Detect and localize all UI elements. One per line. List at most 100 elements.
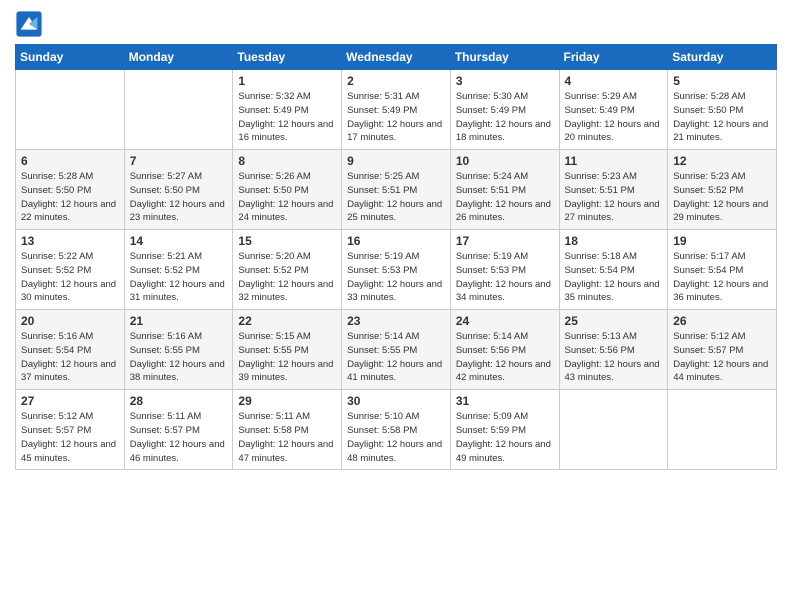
calendar-cell: 2 Sunrise: 5:31 AMSunset: 5:49 PMDaylight…	[342, 70, 451, 150]
week-row-1: 1 Sunrise: 5:32 AMSunset: 5:49 PMDaylight…	[16, 70, 777, 150]
day-number: 11	[565, 154, 663, 168]
day-number: 4	[565, 74, 663, 88]
header-row: SundayMondayTuesdayWednesdayThursdayFrid…	[16, 45, 777, 70]
calendar-cell: 31 Sunrise: 5:09 AMSunset: 5:59 PMDayligh…	[450, 390, 559, 470]
day-number: 5	[673, 74, 771, 88]
day-info: Sunrise: 5:15 AMSunset: 5:55 PMDaylight:…	[238, 330, 336, 385]
calendar-cell	[16, 70, 125, 150]
calendar-cell: 9Sunrise: 5:25 AMSunset: 5:51 PMDaylight…	[342, 150, 451, 230]
day-number: 20	[21, 314, 119, 328]
calendar-table: SundayMondayTuesdayWednesdayThursdayFrid…	[15, 44, 777, 470]
day-info: Sunrise: 5:14 AMSunset: 5:55 PMDaylight:…	[347, 330, 445, 385]
day-number: 25	[565, 314, 663, 328]
day-number: 24	[456, 314, 554, 328]
day-info: Sunrise: 5:10 AMSunset: 5:58 PMDaylight:…	[347, 410, 445, 465]
day-info: Sunrise: 5:26 AMSunset: 5:50 PMDaylight:…	[238, 170, 336, 225]
calendar-cell: 1 Sunrise: 5:32 AMSunset: 5:49 PMDaylight…	[233, 70, 342, 150]
day-info: Sunrise: 5:23 AMSunset: 5:51 PMDaylight:…	[565, 170, 663, 225]
calendar-cell: 27Sunrise: 5:12 AMSunset: 5:57 PMDayligh…	[16, 390, 125, 470]
day-info: Sunrise: 5:30 AMSunset: 5:49 PMDaylight:…	[456, 90, 554, 145]
calendar-cell: 7 Sunrise: 5:27 AMSunset: 5:50 PMDaylight…	[124, 150, 233, 230]
header-thursday: Thursday	[450, 45, 559, 70]
week-row-2: 6Sunrise: 5:28 AMSunset: 5:50 PMDaylight…	[16, 150, 777, 230]
logo-icon	[15, 10, 43, 38]
day-number: 18	[565, 234, 663, 248]
header-wednesday: Wednesday	[342, 45, 451, 70]
day-number: 21	[130, 314, 228, 328]
week-row-3: 13 Sunrise: 5:22 AMSunset: 5:52 PMDayligh…	[16, 230, 777, 310]
calendar-cell: 8 Sunrise: 5:26 AMSunset: 5:50 PMDaylight…	[233, 150, 342, 230]
calendar-cell: 5 Sunrise: 5:28 AMSunset: 5:50 PMDaylight…	[668, 70, 777, 150]
day-info: Sunrise: 5:24 AMSunset: 5:51 PMDaylight:…	[456, 170, 554, 225]
day-number: 2	[347, 74, 445, 88]
calendar-cell: 19 Sunrise: 5:17 AMSunset: 5:54 PMDayligh…	[668, 230, 777, 310]
day-number: 13	[21, 234, 119, 248]
day-info: Sunrise: 5:19 AMSunset: 5:53 PMDaylight:…	[456, 250, 554, 305]
day-info: Sunrise: 5:29 AMSunset: 5:49 PMDaylight:…	[565, 90, 663, 145]
calendar-cell: 29 Sunrise: 5:11 AMSunset: 5:58 PMDayligh…	[233, 390, 342, 470]
day-number: 31	[456, 394, 554, 408]
day-number: 12	[673, 154, 771, 168]
calendar-cell: 6Sunrise: 5:28 AMSunset: 5:50 PMDaylight…	[16, 150, 125, 230]
calendar-header: SundayMondayTuesdayWednesdayThursdayFrid…	[16, 45, 777, 70]
calendar-cell: 17 Sunrise: 5:19 AMSunset: 5:53 PMDayligh…	[450, 230, 559, 310]
calendar-cell: 25 Sunrise: 5:13 AMSunset: 5:56 PMDayligh…	[559, 310, 668, 390]
logo	[15, 10, 47, 38]
day-number: 16	[347, 234, 445, 248]
calendar-body: 1 Sunrise: 5:32 AMSunset: 5:49 PMDaylight…	[16, 70, 777, 470]
day-info: Sunrise: 5:11 AMSunset: 5:57 PMDaylight:…	[130, 410, 228, 465]
day-info: Sunrise: 5:28 AMSunset: 5:50 PMDaylight:…	[21, 170, 119, 225]
day-info: Sunrise: 5:09 AMSunset: 5:59 PMDaylight:…	[456, 410, 554, 465]
calendar-cell	[559, 390, 668, 470]
day-info: Sunrise: 5:16 AMSunset: 5:55 PMDaylight:…	[130, 330, 228, 385]
calendar-cell: 28 Sunrise: 5:11 AMSunset: 5:57 PMDayligh…	[124, 390, 233, 470]
calendar-cell: 12Sunrise: 5:23 AMSunset: 5:52 PMDayligh…	[668, 150, 777, 230]
day-number: 23	[347, 314, 445, 328]
day-info: Sunrise: 5:16 AMSunset: 5:54 PMDaylight:…	[21, 330, 119, 385]
day-info: Sunrise: 5:27 AMSunset: 5:50 PMDaylight:…	[130, 170, 228, 225]
calendar-cell: 4 Sunrise: 5:29 AMSunset: 5:49 PMDaylight…	[559, 70, 668, 150]
calendar-cell: 16 Sunrise: 5:19 AMSunset: 5:53 PMDayligh…	[342, 230, 451, 310]
day-info: Sunrise: 5:21 AMSunset: 5:52 PMDaylight:…	[130, 250, 228, 305]
calendar-cell: 26 Sunrise: 5:12 AMSunset: 5:57 PMDayligh…	[668, 310, 777, 390]
day-info: Sunrise: 5:31 AMSunset: 5:49 PMDaylight:…	[347, 90, 445, 145]
day-number: 29	[238, 394, 336, 408]
day-number: 28	[130, 394, 228, 408]
day-info: Sunrise: 5:14 AMSunset: 5:56 PMDaylight:…	[456, 330, 554, 385]
calendar-cell: 14 Sunrise: 5:21 AMSunset: 5:52 PMDayligh…	[124, 230, 233, 310]
day-number: 26	[673, 314, 771, 328]
header-monday: Monday	[124, 45, 233, 70]
header-friday: Friday	[559, 45, 668, 70]
day-info: Sunrise: 5:28 AMSunset: 5:50 PMDaylight:…	[673, 90, 771, 145]
day-number: 30	[347, 394, 445, 408]
day-number: 8	[238, 154, 336, 168]
header-tuesday: Tuesday	[233, 45, 342, 70]
day-info: Sunrise: 5:32 AMSunset: 5:49 PMDaylight:…	[238, 90, 336, 145]
calendar-cell: 20 Sunrise: 5:16 AMSunset: 5:54 PMDayligh…	[16, 310, 125, 390]
calendar-cell: 22Sunrise: 5:15 AMSunset: 5:55 PMDayligh…	[233, 310, 342, 390]
calendar-cell: 11 Sunrise: 5:23 AMSunset: 5:51 PMDayligh…	[559, 150, 668, 230]
calendar-cell: 18 Sunrise: 5:18 AMSunset: 5:54 PMDayligh…	[559, 230, 668, 310]
day-number: 19	[673, 234, 771, 248]
calendar-cell: 13 Sunrise: 5:22 AMSunset: 5:52 PMDayligh…	[16, 230, 125, 310]
day-info: Sunrise: 5:12 AMSunset: 5:57 PMDaylight:…	[673, 330, 771, 385]
day-info: Sunrise: 5:17 AMSunset: 5:54 PMDaylight:…	[673, 250, 771, 305]
header-sunday: Sunday	[16, 45, 125, 70]
day-number: 17	[456, 234, 554, 248]
day-number: 10	[456, 154, 554, 168]
calendar-cell: 21 Sunrise: 5:16 AMSunset: 5:55 PMDayligh…	[124, 310, 233, 390]
calendar-cell	[124, 70, 233, 150]
day-number: 7	[130, 154, 228, 168]
day-info: Sunrise: 5:13 AMSunset: 5:56 PMDaylight:…	[565, 330, 663, 385]
calendar-cell: 15Sunrise: 5:20 AMSunset: 5:52 PMDayligh…	[233, 230, 342, 310]
day-number: 14	[130, 234, 228, 248]
calendar-cell: 10 Sunrise: 5:24 AMSunset: 5:51 PMDayligh…	[450, 150, 559, 230]
day-number: 27	[21, 394, 119, 408]
day-number: 1	[238, 74, 336, 88]
day-info: Sunrise: 5:18 AMSunset: 5:54 PMDaylight:…	[565, 250, 663, 305]
day-info: Sunrise: 5:22 AMSunset: 5:52 PMDaylight:…	[21, 250, 119, 305]
header-saturday: Saturday	[668, 45, 777, 70]
day-info: Sunrise: 5:19 AMSunset: 5:53 PMDaylight:…	[347, 250, 445, 305]
calendar-cell: 23 Sunrise: 5:14 AMSunset: 5:55 PMDayligh…	[342, 310, 451, 390]
day-info: Sunrise: 5:11 AMSunset: 5:58 PMDaylight:…	[238, 410, 336, 465]
